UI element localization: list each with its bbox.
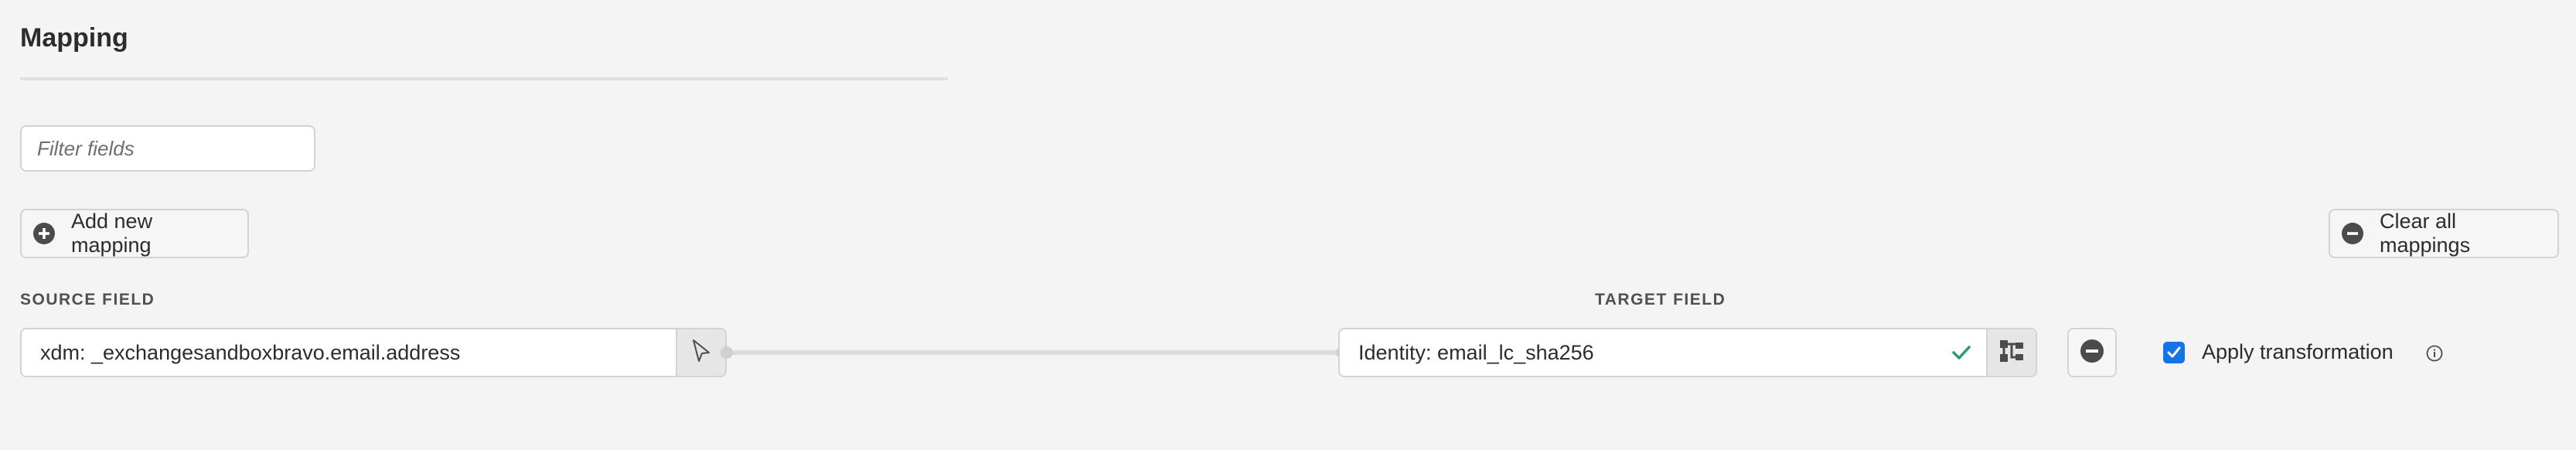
clear-all-mappings-button[interactable]: Clear all mappings — [2329, 209, 2559, 258]
target-field-input[interactable]: Identity: email_lc_sha256 — [1338, 328, 2037, 377]
source-field-picker-button[interactable] — [676, 329, 725, 376]
plus-circle-icon — [32, 222, 56, 245]
apply-transformation-checkbox[interactable] — [2163, 341, 2185, 363]
connector-start-dot — [721, 346, 733, 359]
remove-mapping-button[interactable] — [2067, 328, 2117, 377]
apply-transformation-toggle[interactable]: Apply transformation — [2163, 340, 2394, 364]
add-new-mapping-label: Add new mapping — [71, 210, 153, 257]
mapping-connector-line — [727, 350, 1342, 355]
info-icon[interactable] — [2426, 345, 2443, 362]
target-field-value: Identity: email_lc_sha256 — [1358, 340, 1594, 364]
source-field-input[interactable]: xdm: _exchangesandboxbravo.email.address — [20, 328, 727, 377]
target-field-column-label: TARGET FIELD — [1595, 291, 1726, 309]
source-field-value: xdm: _exchangesandboxbravo.email.address — [40, 340, 461, 364]
mapping-page: Mapping Add new mapping Clear all mappin… — [0, 0, 2576, 450]
source-field-column-label: SOURCE FIELD — [20, 291, 155, 309]
checkmark-icon — [1946, 344, 1977, 361]
target-field-schema-button[interactable] — [1986, 329, 2036, 376]
filter-fields-input[interactable] — [20, 125, 315, 172]
schema-tree-icon — [1998, 339, 2025, 367]
add-new-mapping-button[interactable]: Add new mapping — [20, 209, 249, 258]
cursor-select-icon — [690, 339, 712, 367]
clear-all-mappings-label: Clear all mappings — [2380, 210, 2471, 257]
apply-transformation-label: Apply transformation — [2202, 340, 2394, 363]
page-title: Mapping — [20, 23, 128, 53]
minus-circle-icon — [2341, 222, 2364, 245]
title-divider — [20, 77, 948, 80]
minus-circle-icon — [2080, 339, 2104, 367]
